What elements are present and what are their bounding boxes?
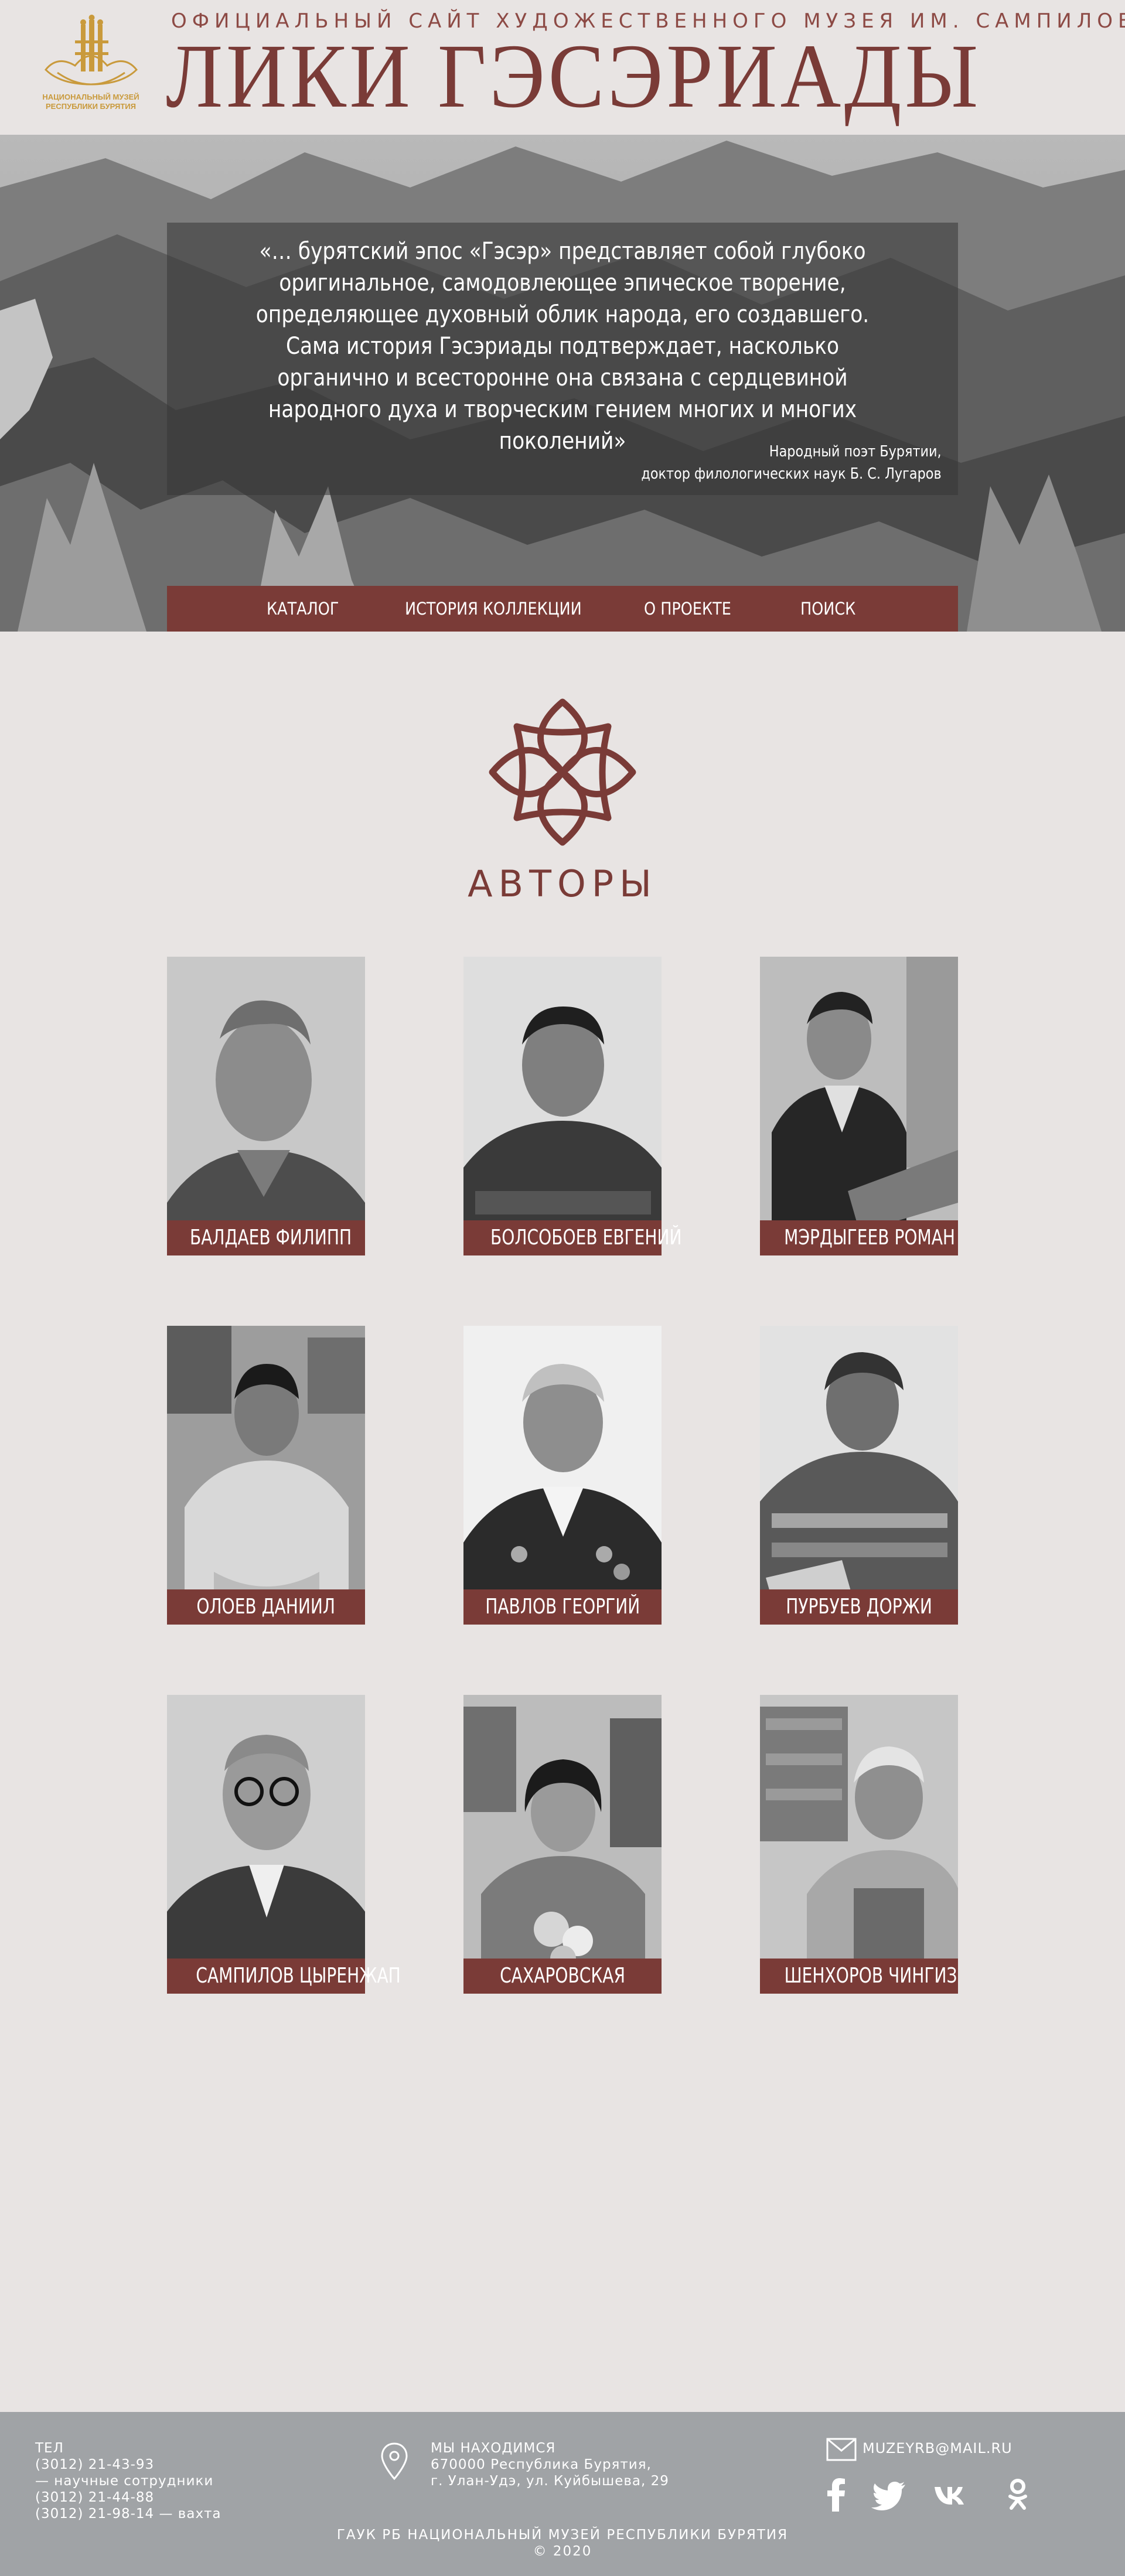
author-name: САХАРОВСКАЯ <box>463 1959 662 1994</box>
tel-label: ТЕЛ <box>35 2441 64 2456</box>
authors-title: АВТОРЫ <box>468 862 657 905</box>
footer-copyright: ГАУК РБ НАЦИОНАЛЬНЫЙ МУЗЕЙ РЕСПУБЛИКИ БУ… <box>0 2527 1125 2560</box>
twitter-icon[interactable] <box>871 2478 906 2513</box>
mail-icon <box>826 2438 857 2461</box>
nav-about-project[interactable]: О ПРОЕКТЕ <box>644 586 731 632</box>
phone-second[interactable]: (3012) 21-44-88 <box>35 2489 221 2506</box>
site-footer: ТЕЛ (3012) 21-43-93 — научные сотрудники… <box>0 2412 1125 2576</box>
author-card[interactable]: ШЕНХОРОВ ЧИНГИЗ <box>760 1695 958 1994</box>
author-card[interactable]: САМПИЛОВ ЦЫРЕНЖАП <box>167 1695 401 1994</box>
author-name: МЭРДЫГЕЕВ РОМАН <box>760 1220 958 1255</box>
location-pin-icon <box>381 2442 408 2481</box>
nav-search[interactable]: ПОИСК <box>800 586 855 632</box>
facebook-icon[interactable] <box>819 2478 854 2513</box>
quote-author-name: доктор филологических наук Б. С. Лугаров <box>641 465 942 483</box>
author-name: БАЛДАЕВ ФИЛИПП <box>167 1220 365 1255</box>
logo-text-line2: РЕСПУБЛИКИ БУРЯТИЯ <box>46 102 136 111</box>
quote-author-title: Народный поэт Бурятии, <box>769 443 942 460</box>
author-photo <box>167 1326 365 1625</box>
site-title[interactable]: ЛИКИ ГЭСЭРИАДЫ <box>166 29 981 123</box>
address-line1: 670000 Республика Бурятия, <box>431 2457 652 2472</box>
museum-logo[interactable]: НАЦИОНАЛЬНЫЙ МУЗЕЙ РЕСПУБЛИКИ БУРЯТИЯ <box>34 14 148 114</box>
author-card[interactable]: ПАВЛОВ ГЕОРГИЙ <box>463 1326 662 1625</box>
author-name: ОЛОЕВ ДАНИИЛ <box>167 1589 365 1625</box>
phone-watch[interactable]: (3012) 21-98-14 — вахта <box>35 2506 221 2522</box>
hero-banner: «… бурятский эпос «Гэсэр» представляет с… <box>0 135 1125 632</box>
footer-address: МЫ НАХОДИМСЯ 670000 Республика Бурятия, … <box>431 2440 669 2489</box>
author-photo <box>167 957 365 1255</box>
author-photo <box>760 1326 958 1625</box>
ornament-icon <box>489 698 636 846</box>
author-photo <box>167 1695 365 1994</box>
author-name: ПУРБУЕВ ДОРЖИ <box>760 1589 958 1625</box>
author-name: БОЛСОБОЕВ ЕВГЕНИЙ <box>463 1220 682 1255</box>
address-line2: г. Улан-Удэ, ул. Куйбышева, 29 <box>431 2473 669 2489</box>
author-card[interactable]: ПУРБУЕВ ДОРЖИ <box>760 1326 958 1625</box>
quote-author: Народный поэт Бурятии, доктор филологиче… <box>642 441 942 485</box>
author-card[interactable]: МЭРДЫГЕЕВ РОМАН <box>760 957 958 1255</box>
author-photo <box>463 957 662 1255</box>
epic-quote: «… бурятский эпос «Гэсэр» представляет с… <box>255 238 870 455</box>
nav-catalog[interactable]: КАТАЛОГ <box>267 586 339 632</box>
phone-staff[interactable]: (3012) 21-43-93 <box>35 2456 221 2473</box>
author-card[interactable]: САХАРОВСКАЯ <box>463 1695 662 1994</box>
author-name: ШЕНХОРОВ ЧИНГИЗ <box>760 1959 958 1994</box>
author-name: ПАВЛОВ ГЕОРГИЙ <box>463 1589 662 1625</box>
phone-staff-note: — научные сотрудники <box>35 2473 214 2489</box>
quote-box: «… бурятский эпос «Гэсэр» представляет с… <box>167 223 958 495</box>
footer-email[interactable]: MUZEYRB@MAIL.RU <box>862 2440 1012 2456</box>
main-nav: КАТАЛОГ ИСТОРИЯ КОЛЛЕКЦИИ О ПРОЕКТЕ ПОИС… <box>167 586 958 632</box>
author-photo <box>760 957 958 1255</box>
author-photo <box>463 1326 662 1625</box>
footer-phones: ТЕЛ (3012) 21-43-93 — научные сотрудники… <box>35 2440 221 2522</box>
author-card[interactable]: БОЛСОБОЕВ ЕВГЕНИЙ <box>463 957 682 1255</box>
logo-text-line1: НАЦИОНАЛЬНЫЙ МУЗЕЙ <box>42 93 139 101</box>
author-name: САМПИЛОВ ЦЫРЕНЖАП <box>167 1959 401 1994</box>
vk-icon[interactable] <box>933 2478 969 2513</box>
site-header: НАЦИОНАЛЬНЫЙ МУЗЕЙ РЕСПУБЛИКИ БУРЯТИЯ ОФ… <box>0 0 1125 135</box>
odnoklassniki-icon[interactable] <box>1000 2478 1035 2513</box>
address-label: МЫ НАХОДИМСЯ <box>431 2441 556 2456</box>
org-name: ГАУК РБ НАЦИОНАЛЬНЫЙ МУЗЕЙ РЕСПУБЛИКИ БУ… <box>336 2527 789 2543</box>
author-photo <box>760 1695 958 1994</box>
author-card[interactable]: ОЛОЕВ ДАНИИЛ <box>167 1326 365 1625</box>
author-card[interactable]: БАЛДАЕВ ФИЛИПП <box>167 957 365 1255</box>
author-photo <box>463 1695 662 1994</box>
copyright-year: © 2020 <box>533 2544 592 2559</box>
nav-collection-history[interactable]: ИСТОРИЯ КОЛЛЕКЦИИ <box>405 586 582 632</box>
